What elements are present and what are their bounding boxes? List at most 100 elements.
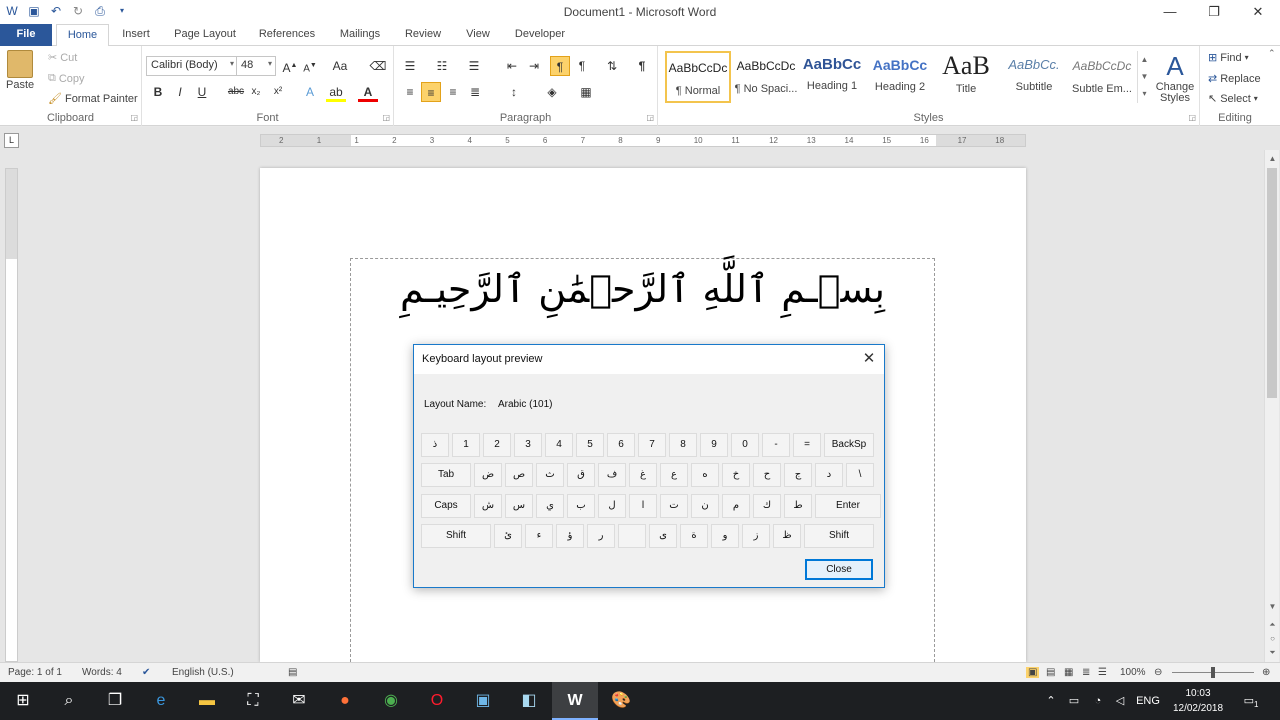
zoom-out-icon[interactable]: ⊖ [1154,667,1162,678]
underline-icon[interactable]: U [192,82,212,102]
notifications-icon[interactable]: ▭1 [1238,682,1264,720]
paint-icon[interactable]: 🎨 [598,682,644,720]
change-styles-button[interactable]: A Change Styles [1155,51,1195,104]
full-screen-icon[interactable]: ▤ [1046,667,1055,678]
bullets-icon[interactable]: ☰ [400,56,420,76]
select-button[interactable]: ↖ Select ▾ [1208,92,1258,106]
store-icon[interactable]: ⛶ [230,682,276,720]
app2-icon[interactable]: ◧ [506,682,552,720]
next-page-icon[interactable]: ⏷ [1265,648,1280,658]
grow-font-icon[interactable]: A▲ [280,56,300,76]
tab-developer[interactable]: Developer [508,24,572,46]
shrink-font-icon[interactable]: A▼ [300,56,320,76]
font-name-combo[interactable]: Calibri (Body) ▾ [146,56,238,76]
restore-button[interactable]: ❐ [1192,0,1236,24]
style-title[interactable]: AaB Title [933,51,999,103]
justify-icon[interactable]: ≣ [465,82,485,102]
chevron-up-icon[interactable]: ▲ [1138,51,1151,68]
edge-icon[interactable]: e [138,682,184,720]
font-size-combo[interactable]: 48 ▾ [236,56,276,76]
web-layout-icon[interactable]: ▦ [1064,667,1073,678]
chevron-up-icon[interactable]: ⌃ [1042,682,1060,720]
line-spacing-icon[interactable]: ↕ [504,82,524,102]
styles-launcher-icon[interactable]: ◲ [1188,113,1196,122]
sort-icon[interactable]: ⇅ [602,56,622,76]
tab-review[interactable]: Review [398,24,448,46]
tab-file[interactable]: File [0,24,52,46]
highlight-icon[interactable]: ab [326,82,346,102]
italic-icon[interactable]: I [170,82,190,102]
text-effects-icon[interactable]: A [300,82,320,102]
firefox-icon[interactable]: ● [322,682,368,720]
customize-icon[interactable]: ▾ [114,3,130,19]
tab-view[interactable]: View [456,24,500,46]
print-preview-icon[interactable]: ⎙ [92,3,108,19]
word-count[interactable]: Words: 4 [82,667,122,678]
style-heading-1[interactable]: AaBbCc Heading 1 [799,51,865,103]
wifi-icon[interactable]: ◔ [1088,682,1108,720]
tab-mailings[interactable]: Mailings [330,24,390,46]
search-icon[interactable]: ⌕ [46,682,92,720]
file-explorer-icon[interactable]: ▬ [184,682,230,720]
collapse-ribbon-icon[interactable]: ⌃ [1268,48,1276,59]
tab-page-layout[interactable]: Page Layout [166,24,244,46]
font-color-icon[interactable]: A [358,82,378,102]
superscript-icon[interactable]: x² [268,82,288,102]
save-icon[interactable]: ▣ [26,3,42,19]
font-launcher-icon[interactable]: ◲ [382,113,390,122]
mail-icon[interactable]: ✉ [276,682,322,720]
redo-icon[interactable]: ↻ [70,3,86,19]
opera-icon[interactable]: O [414,682,460,720]
tab-home[interactable]: Home [56,24,109,47]
outline-icon[interactable]: ≣ [1082,667,1090,678]
scroll-thumb[interactable] [1267,168,1277,398]
task-view-icon[interactable]: ❐ [92,682,138,720]
zoom-level[interactable]: 100% [1120,667,1146,678]
battery-icon[interactable]: ▭ [1064,682,1084,720]
tab-references[interactable]: References [252,24,322,46]
more-icon[interactable]: ▾ [1138,85,1151,102]
paragraph-launcher-icon[interactable]: ◲ [646,113,654,122]
borders-icon[interactable]: ▦ [576,82,596,102]
align-left-icon[interactable]: ≡ [400,82,420,102]
close-button[interactable]: Close [805,559,873,580]
language[interactable]: English (U.S.) [172,667,234,678]
style-subtle-emphasis[interactable]: AaBbCcDc Subtle Em... [1069,51,1135,103]
copy-button[interactable]: ⧉ Copy [48,72,85,85]
clipboard-launcher-icon[interactable]: ◲ [130,113,138,122]
find-button[interactable]: ⊞ Find ▾ [1208,51,1249,65]
multilevel-list-icon[interactable]: ☰ [464,56,484,76]
rtl-direction-icon[interactable]: ¶ [572,56,592,76]
shading-icon[interactable]: ◈ [542,82,562,102]
windows-start-icon[interactable]: ⊞ [0,682,46,720]
change-case-icon[interactable]: Aa [330,56,350,76]
style-heading-2[interactable]: AaBbCc Heading 2 [867,51,933,103]
increase-indent-icon[interactable]: ⇥ [524,56,544,76]
chevron-down-icon[interactable]: ▼ [1138,68,1151,85]
chrome-icon[interactable]: ◉ [368,682,414,720]
word-icon[interactable]: W [4,3,20,19]
style-normal[interactable]: AaBbCcDc ¶ Normal [665,51,731,103]
bold-icon[interactable]: B [148,82,168,102]
browse-object-icon[interactable]: ○ [1265,634,1280,643]
volume-icon[interactable]: ◁ [1110,682,1130,720]
zoom-thumb[interactable] [1211,667,1215,678]
proofing-icon[interactable]: ✔ [142,667,150,678]
word-taskbar-icon[interactable]: W [552,682,598,720]
tab-insert[interactable]: Insert [114,24,158,46]
decrease-indent-icon[interactable]: ⇤ [502,56,522,76]
chevron-up-icon[interactable]: ▲ [1265,154,1280,163]
minimize-button[interactable]: — [1148,0,1192,24]
styles-scroll[interactable]: ▲ ▼ ▾ [1137,51,1151,103]
ltr-direction-icon[interactable]: ¶ [550,56,570,76]
format-painter-button[interactable]: 🖌 Format Painter [48,92,138,106]
style-subtitle[interactable]: AaBbCc. Subtitle [1001,51,1067,103]
document-text[interactable]: بِسۡـمِ ٱللَّهِ ٱلرَّحۡمَٰنِ ٱلرَّحِيـمِ [351,267,934,311]
zoom-in-icon[interactable]: ⊕ [1262,667,1270,678]
align-center-icon[interactable]: ≡ [421,82,441,102]
tab-selector-icon[interactable]: L [4,133,19,148]
vertical-ruler[interactable] [5,168,18,662]
app-icon[interactable]: ▣ [460,682,506,720]
close-window-button[interactable]: ✕ [1236,0,1280,24]
chevron-down-icon[interactable]: ▼ [1265,602,1280,611]
